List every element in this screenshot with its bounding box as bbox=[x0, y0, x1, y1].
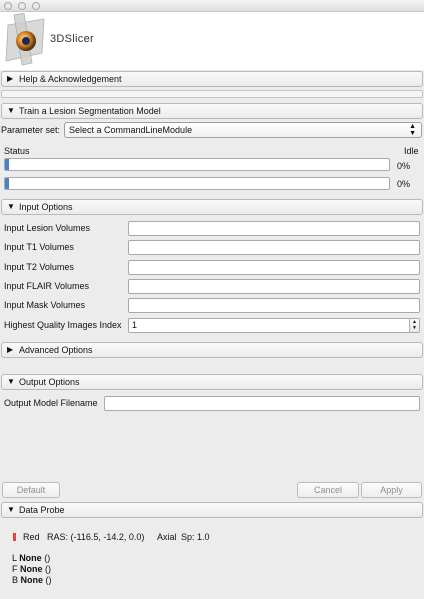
module-section-header[interactable]: ▼ Train a Lesion Segmentation Model bbox=[1, 103, 423, 119]
input-t1-field[interactable] bbox=[128, 240, 420, 255]
data-probe-label: Data Probe bbox=[19, 505, 65, 515]
quality-index-label: Highest Quality Images Index bbox=[4, 320, 122, 330]
updown-chevron-icon: ▲ ▼ bbox=[409, 123, 416, 137]
parameter-set-value: Select a CommandLineModule bbox=[69, 125, 193, 135]
red-view-marker bbox=[13, 533, 16, 541]
minimize-window-icon[interactable] bbox=[18, 2, 26, 10]
data-probe-header[interactable]: ▼ Data Probe bbox=[1, 502, 423, 518]
status-label: Status bbox=[4, 146, 30, 156]
probe-layer-f: F None () bbox=[12, 564, 51, 574]
triangle-right-icon: ▶ bbox=[7, 74, 14, 83]
input-mask-label: Input Mask Volumes bbox=[4, 300, 86, 310]
default-button[interactable]: Default bbox=[2, 482, 60, 498]
probe-ras: RAS: (-116.5, -14.2, 0.0) bbox=[47, 532, 145, 542]
probe-layer-l: L None () bbox=[12, 553, 50, 563]
input-lesion-field[interactable] bbox=[128, 221, 420, 236]
progress-bar-2 bbox=[4, 177, 390, 190]
probe-layer-b: B None () bbox=[12, 575, 52, 585]
input-options-header[interactable]: ▼ Input Options bbox=[1, 199, 423, 215]
input-t2-field[interactable] bbox=[128, 260, 420, 275]
input-lesion-label: Input Lesion Volumes bbox=[4, 223, 91, 233]
parameter-set-label: Parameter set: bbox=[1, 125, 61, 135]
input-flair-label: Input FLAIR Volumes bbox=[4, 281, 90, 291]
close-window-icon[interactable] bbox=[4, 2, 12, 10]
advanced-options-label: Advanced Options bbox=[19, 345, 93, 355]
advanced-options-header[interactable]: ▶ Advanced Options bbox=[1, 342, 423, 358]
output-options-header[interactable]: ▼ Output Options bbox=[1, 374, 423, 390]
probe-layer-suffix: () bbox=[44, 553, 51, 563]
output-filename-label: Output Model Filename bbox=[4, 398, 98, 408]
input-flair-field[interactable] bbox=[128, 279, 420, 294]
triangle-down-icon: ▼ bbox=[7, 202, 15, 211]
output-filename-field[interactable] bbox=[104, 396, 420, 411]
probe-layer-value: None bbox=[20, 564, 43, 574]
probe-layer-value: None bbox=[19, 553, 42, 563]
probe-spacing: Sp: 1.0 bbox=[181, 532, 210, 542]
slicer-logo-icon bbox=[5, 13, 45, 66]
probe-layer-key: F bbox=[12, 564, 18, 574]
progress-percent-1: 0% bbox=[397, 161, 411, 171]
zoom-window-icon[interactable] bbox=[32, 2, 40, 10]
logo-area: 3DSlicer bbox=[0, 12, 424, 70]
input-options-label: Input Options bbox=[19, 202, 73, 212]
output-options-label: Output Options bbox=[19, 377, 80, 387]
cancel-button[interactable]: Cancel bbox=[297, 482, 359, 498]
progress-percent-2: 0% bbox=[397, 179, 411, 189]
app-logo-text: 3DSlicer bbox=[50, 33, 94, 45]
help-section-header[interactable]: ▶ Help & Acknowledgement bbox=[1, 71, 423, 87]
probe-layer-suffix: () bbox=[45, 564, 52, 574]
probe-view-name: Red bbox=[23, 532, 40, 542]
triangle-down-icon: ▼ bbox=[7, 106, 15, 115]
triangle-down-icon: ▼ bbox=[7, 377, 15, 386]
quality-index-spinbox[interactable]: 1 ▲ ▼ bbox=[128, 318, 420, 333]
probe-layer-suffix: () bbox=[45, 575, 52, 585]
module-section-label: Train a Lesion Segmentation Model bbox=[19, 106, 161, 116]
help-section-label: Help & Acknowledgement bbox=[19, 74, 122, 84]
parameter-set-select[interactable]: Select a CommandLineModule ▲ ▼ bbox=[64, 122, 422, 138]
window-titlebar bbox=[0, 0, 424, 12]
input-mask-field[interactable] bbox=[128, 298, 420, 313]
quality-index-value: 1 bbox=[132, 320, 138, 330]
apply-button[interactable]: Apply bbox=[361, 482, 422, 498]
probe-layer-key: L bbox=[12, 553, 17, 563]
status-state: Idle bbox=[404, 146, 419, 156]
help-section-body bbox=[1, 90, 423, 98]
progress-bar-1 bbox=[4, 158, 390, 171]
probe-layer-value: None bbox=[20, 575, 44, 585]
probe-layer-key: B bbox=[12, 575, 19, 585]
progress-fill-2 bbox=[5, 178, 9, 189]
triangle-down-icon: ▼ bbox=[7, 505, 15, 514]
progress-fill-1 bbox=[5, 159, 9, 170]
probe-orientation: Axial bbox=[157, 532, 177, 542]
triangle-right-icon: ▶ bbox=[7, 345, 14, 354]
spin-arrows-icon[interactable]: ▲ ▼ bbox=[409, 319, 419, 332]
input-t2-label: Input T2 Volumes bbox=[4, 262, 74, 272]
input-t1-label: Input T1 Volumes bbox=[4, 242, 74, 252]
